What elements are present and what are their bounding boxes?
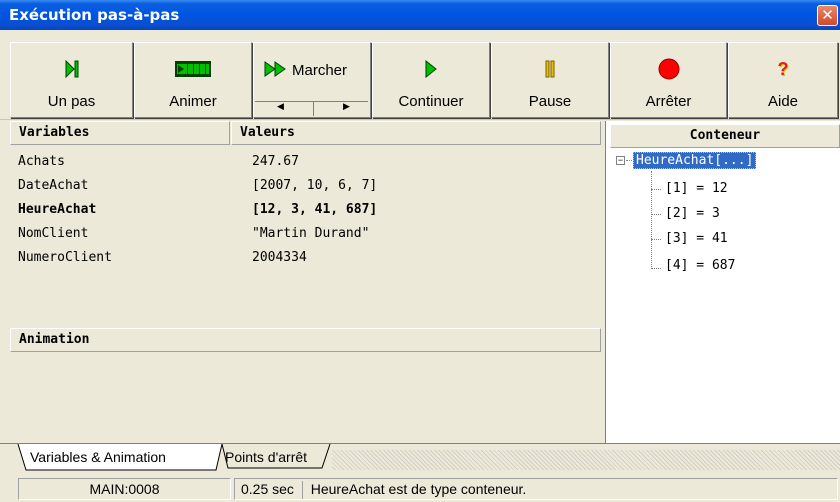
variables-column-header[interactable]: Variables xyxy=(10,121,230,145)
film-icon xyxy=(135,59,251,79)
tree-root-item[interactable]: HeureAchat[...] xyxy=(633,152,757,169)
variable-name: NumeroClient xyxy=(18,250,112,265)
pause-button[interactable]: Pause xyxy=(491,42,609,118)
tree-item-label: [4] = 687 xyxy=(665,258,736,273)
list-item[interactable]: NumeroClient 2004334 xyxy=(10,247,610,271)
tree-item[interactable]: [2] = 3 xyxy=(665,206,720,221)
tree-item-label: [2] = 3 xyxy=(665,206,720,221)
values-header-label: Valeurs xyxy=(240,125,295,140)
list-item-selected[interactable]: HeureAchat [12, 3, 41, 687] xyxy=(10,199,610,223)
status-message: HeureAchat est de type conteneur. xyxy=(310,481,527,497)
tree-item[interactable]: [3] = 41 xyxy=(665,231,728,246)
tree-root-label: HeureAchat[...] xyxy=(636,153,754,168)
variable-value: "Martin Durand" xyxy=(252,226,370,241)
step-label: Un pas xyxy=(47,93,96,110)
tree-connector xyxy=(651,189,661,190)
list-item[interactable]: Achats 247.67 xyxy=(10,151,610,175)
variable-value: [12, 3, 41, 687] xyxy=(252,202,378,217)
collapse-toggle[interactable]: − xyxy=(616,156,625,165)
variable-name: DateAchat xyxy=(18,178,89,193)
tab-breakpoints-label: Points d'arrêt xyxy=(225,449,308,465)
tree-item-label: [1] = 12 xyxy=(665,181,728,196)
slider-thumb[interactable] xyxy=(313,102,314,116)
animate-label: Animer xyxy=(169,93,217,110)
status-location-text: MAIN:0008 xyxy=(89,481,160,497)
tab-scroll-area xyxy=(332,450,840,470)
tree-connector xyxy=(651,268,661,269)
animation-header: Animation xyxy=(10,328,601,352)
tree-connector xyxy=(651,214,661,215)
tab-variables-animation[interactable]: Variables & Animation xyxy=(18,444,223,474)
variable-name: HeureAchat xyxy=(18,202,97,217)
continue-button[interactable]: Continuer xyxy=(372,42,490,118)
tab-breakpoints[interactable]: Points d'arrêt xyxy=(213,444,328,474)
pause-icon xyxy=(492,59,608,79)
animation-area xyxy=(10,353,601,441)
close-button[interactable]: ✕ xyxy=(817,5,838,26)
variable-value: 247.67 xyxy=(252,154,299,169)
variable-value: 2004334 xyxy=(252,250,307,265)
minus-icon: − xyxy=(617,155,624,165)
status-time: 0.25 sec xyxy=(241,481,294,497)
animation-header-label: Animation xyxy=(19,332,90,347)
variable-value: [2007, 10, 6, 7] xyxy=(252,178,378,193)
walk-group: Marcher xyxy=(264,61,347,80)
tree-item[interactable]: [1] = 12 xyxy=(665,181,728,196)
walk-label: Marcher xyxy=(292,62,348,79)
help-button[interactable]: ? Aide xyxy=(728,42,838,118)
help-icon: ? xyxy=(777,58,789,79)
animate-button[interactable]: Animer xyxy=(134,42,252,118)
values-column-header[interactable]: Valeurs xyxy=(231,121,601,145)
tree-item[interactable]: [4] = 687 xyxy=(665,258,735,273)
tree-connector xyxy=(651,171,652,269)
help-label: Aide xyxy=(767,93,799,110)
container-header: Conteneur xyxy=(610,124,840,148)
list-item[interactable]: DateAchat [2007, 10, 6, 7] xyxy=(10,175,610,199)
speed-slider[interactable]: ◀ ▶ xyxy=(255,101,368,117)
variable-name: Achats xyxy=(18,154,65,169)
variables-header-label: Variables xyxy=(19,125,90,140)
status-divider xyxy=(301,481,303,500)
title-bar: Exécution pas-à-pas ✕ xyxy=(0,0,840,30)
toolbar: Un pas Animer Marcher ◀ ▶ Continuer Paus… xyxy=(0,30,840,120)
tree-connector xyxy=(651,239,661,240)
container-panel: Conteneur − HeureAchat[...] [1] = 12 [2]… xyxy=(605,121,840,443)
faster-arrow-icon[interactable]: ▶ xyxy=(343,101,350,112)
tab-variables-animation-label: Variables & Animation xyxy=(30,449,166,465)
status-bar: MAIN:0008 0.25 sec HeureAchat est de typ… xyxy=(0,475,840,502)
status-location: MAIN:0008 xyxy=(18,478,231,500)
container-header-label: Conteneur xyxy=(689,128,761,143)
variables-list: Achats 247.67 DateAchat [2007, 10, 6, 7]… xyxy=(10,151,601,331)
window-title: Exécution pas-à-pas xyxy=(9,6,180,24)
tree-connector xyxy=(626,160,632,161)
status-message-panel: 0.25 sec HeureAchat est de type conteneu… xyxy=(234,478,838,500)
step-button[interactable]: Un pas xyxy=(10,42,133,118)
variable-name: NomClient xyxy=(18,226,89,241)
variables-panel: Variables Valeurs Achats 247.67 DateAcha… xyxy=(0,121,605,443)
step-icon xyxy=(11,59,132,79)
list-item[interactable]: NomClient "Martin Durand" xyxy=(10,223,610,247)
fast-forward-icon xyxy=(264,61,288,80)
close-icon: ✕ xyxy=(821,6,834,24)
continue-label: Continuer xyxy=(398,93,464,110)
slower-arrow-icon[interactable]: ◀ xyxy=(277,101,284,112)
pause-label: Pause xyxy=(528,93,572,110)
tree-item-label: [3] = 41 xyxy=(665,231,728,246)
tab-strip: Variables & Animation Points d'arrêt xyxy=(0,443,840,475)
play-icon xyxy=(373,59,489,79)
stop-label: Arrêter xyxy=(645,93,692,110)
stop-icon xyxy=(611,58,726,80)
stop-button[interactable]: Arrêter xyxy=(610,42,727,118)
walk-button[interactable]: Marcher ◀ ▶ xyxy=(253,42,371,118)
